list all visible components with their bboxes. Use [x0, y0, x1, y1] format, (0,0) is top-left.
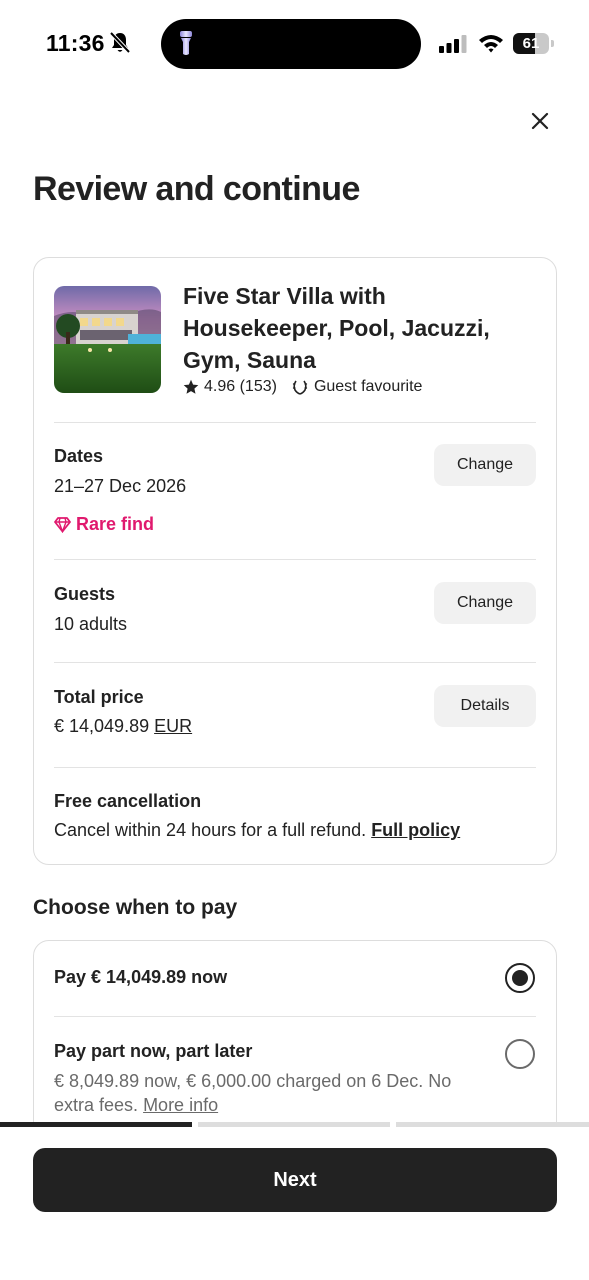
- guests-label: Guests: [54, 584, 116, 604]
- divider: [54, 767, 536, 768]
- cancellation-text: Cancel within 24 hours for a full refund…: [54, 820, 460, 841]
- cancellation-label: Free cancellation: [54, 791, 202, 811]
- guests-value: 10 adults: [54, 614, 128, 634]
- pay-now-option[interactable]: Pay € 14,049.89 now: [34, 941, 556, 1017]
- pay-later-details: € 8,049.89 now, € 6,000.00 charged on 6 …: [54, 1069, 494, 1117]
- progress-segment: [198, 1122, 390, 1127]
- pay-now-label: Pay € 14,049.89 now: [54, 967, 228, 987]
- booking-summary-card: Five Star Villa with Housekeeper, Pool, …: [33, 257, 557, 865]
- bell-slash-icon: [109, 31, 131, 55]
- dates-label: Dates: [54, 446, 104, 466]
- progress-segment: [0, 1122, 192, 1127]
- dynamic-island: [161, 19, 421, 69]
- signal-icon: [439, 35, 469, 53]
- listing-rating-row: 4.96 (153) Guest favourite: [183, 378, 422, 396]
- rare-find-label: Rare find: [76, 514, 155, 534]
- total-price-value: € 14,049.89 EUR: [54, 716, 192, 737]
- star-icon: [183, 379, 199, 394]
- price-details-button[interactable]: Details: [434, 685, 536, 727]
- change-guests-button[interactable]: Change: [434, 582, 536, 624]
- cancellation-description: Cancel within 24 hours for a full refund…: [54, 820, 367, 840]
- battery-percent: 61: [522, 35, 540, 52]
- progress-segment: [396, 1122, 589, 1127]
- full-policy-link[interactable]: Full policy: [371, 820, 460, 840]
- pay-later-description: € 8,049.89 now, € 6,000.00 charged on 6 …: [54, 1071, 452, 1115]
- listing-rating: 4.96 (153): [204, 378, 277, 395]
- diamond-icon: [54, 517, 71, 533]
- status-time: 11:36: [46, 30, 105, 56]
- pay-now-radio[interactable]: [505, 963, 535, 993]
- pay-later-label: Pay part now, part later: [54, 1041, 253, 1061]
- payment-options-card: Pay € 14,049.89 now Pay part now, part l…: [33, 940, 557, 1140]
- close-icon: [531, 112, 549, 130]
- total-price-label: Total price: [54, 687, 144, 707]
- next-button[interactable]: Next: [33, 1148, 557, 1212]
- price-amount: € 14,049.89: [54, 716, 150, 736]
- divider: [54, 662, 536, 663]
- close-button[interactable]: [524, 105, 556, 137]
- wifi-icon: [478, 33, 504, 53]
- pay-later-radio[interactable]: [505, 1039, 535, 1069]
- divider: [54, 559, 536, 560]
- payment-section-title: Choose when to pay: [33, 896, 238, 919]
- rare-find-badge: Rare find: [54, 514, 154, 535]
- dates-value: 21–27 Dec 2026: [54, 476, 187, 496]
- battery-icon: 61: [513, 33, 554, 54]
- review-page: 11:36 61 Review and continue Five Star V…: [0, 0, 589, 1280]
- guest-favourite-badge: Guest favourite: [313, 378, 423, 395]
- laurel-icon: [292, 380, 308, 395]
- footer: Next: [0, 1122, 589, 1280]
- more-info-link[interactable]: More info: [143, 1095, 218, 1115]
- divider: [54, 422, 536, 423]
- listing-photo[interactable]: [54, 286, 161, 393]
- currency-link[interactable]: EUR: [154, 716, 192, 736]
- change-dates-button[interactable]: Change: [434, 444, 536, 486]
- listing-title: Five Star Villa with Housekeeper, Pool, …: [183, 283, 490, 373]
- page-title: Review and continue: [33, 170, 360, 208]
- status-bar: 11:36 61: [0, 18, 589, 70]
- flashlight-icon: [179, 30, 193, 56]
- progress-bar: [0, 1122, 589, 1127]
